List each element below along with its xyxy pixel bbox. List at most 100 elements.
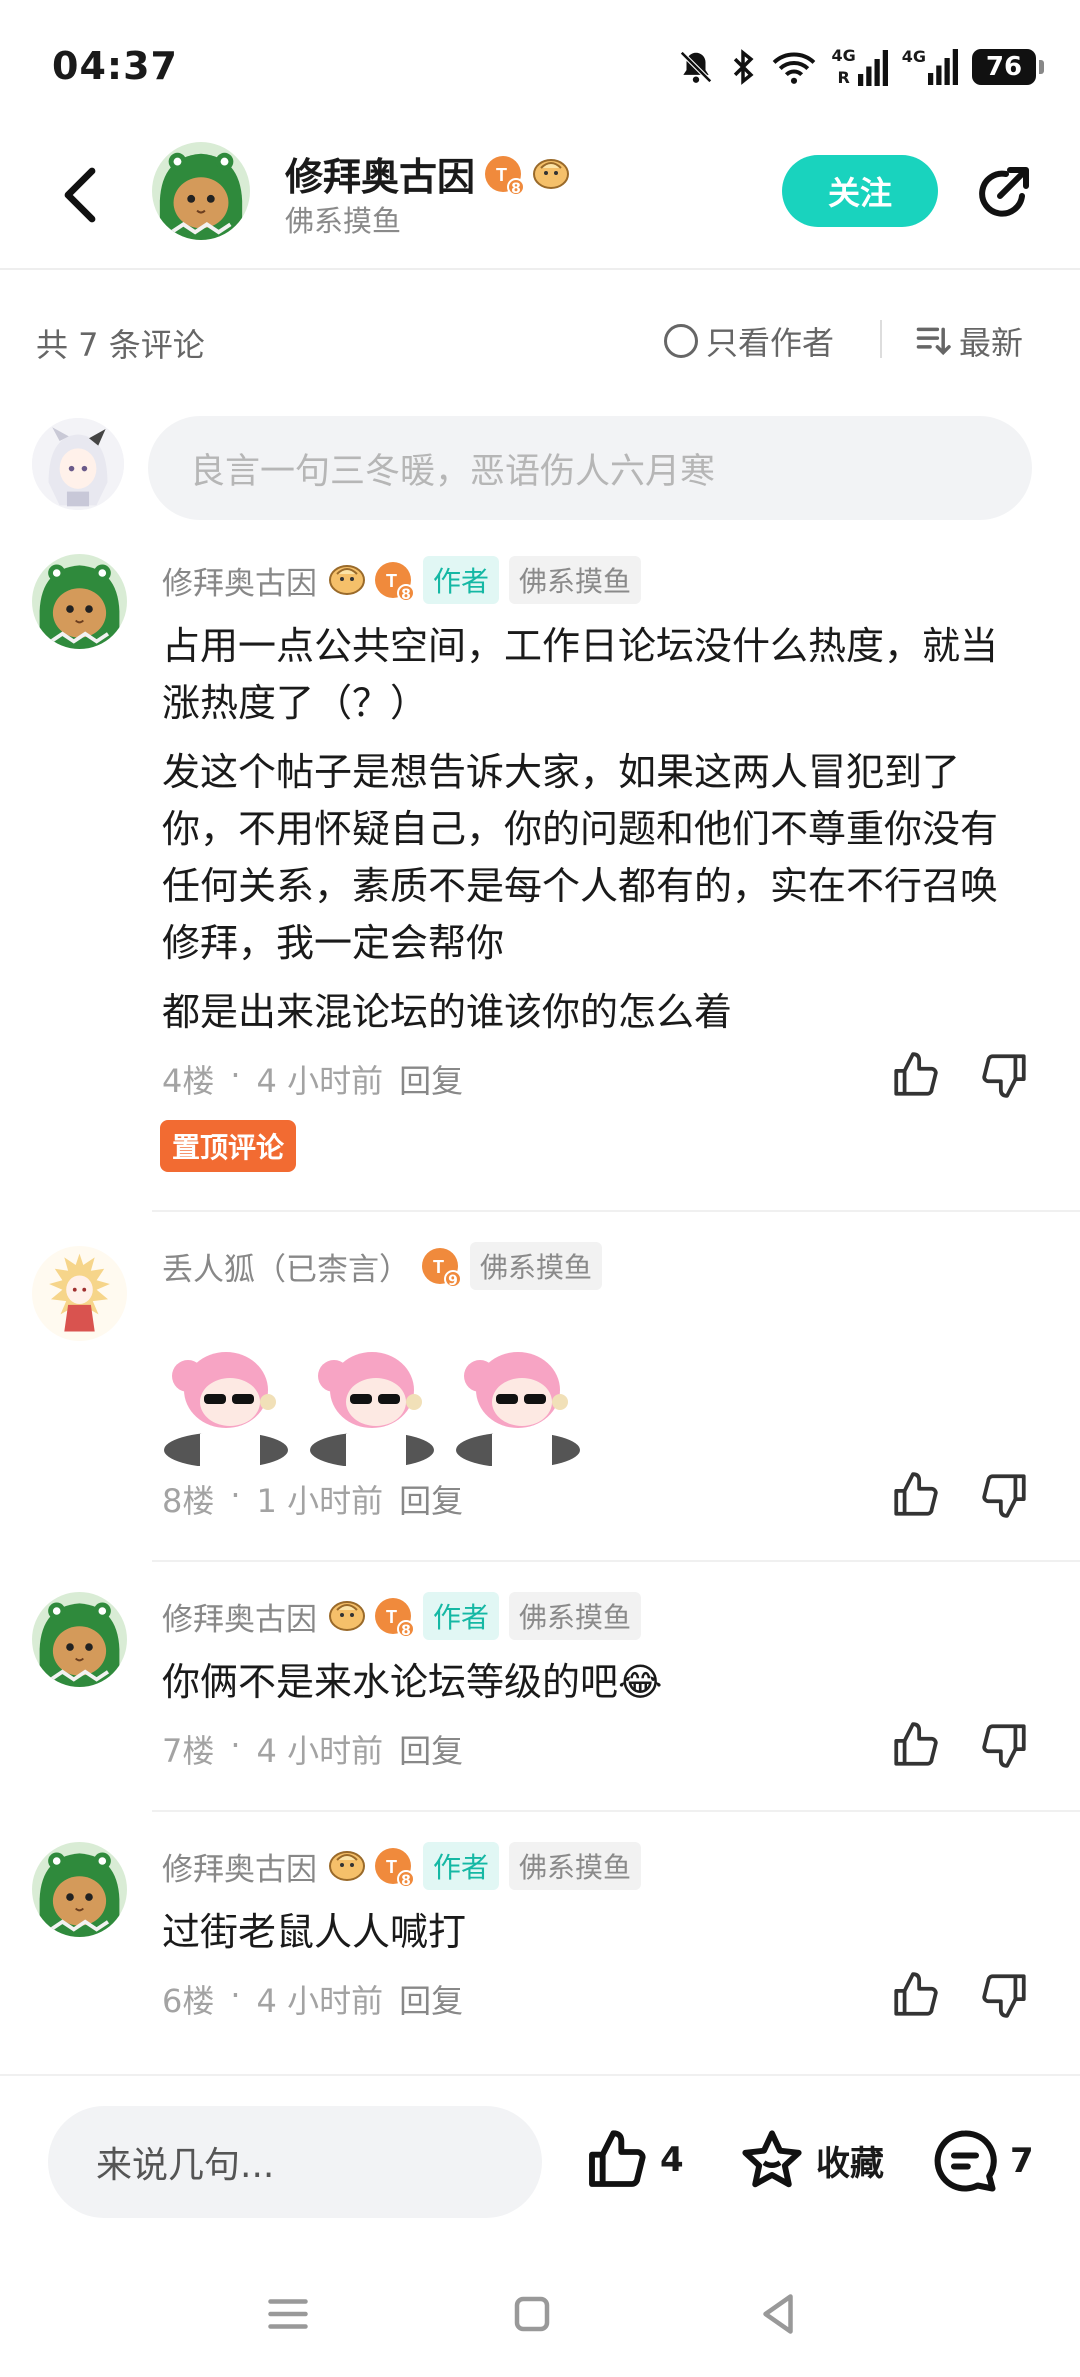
avatar[interactable]: [32, 1842, 127, 1937]
avatar[interactable]: [32, 1592, 127, 1687]
meta-dot: ·: [230, 1726, 241, 1764]
medal-icon: [327, 558, 367, 602]
comment-author[interactable]: 修拜奥古因: [162, 1594, 317, 1639]
sort-button[interactable]: 最新: [915, 318, 1023, 364]
comment-body: 过街老鼠人人喊打: [162, 1904, 1012, 1973]
pink-hair-sunglasses-sticker-icon: [164, 1352, 288, 1466]
level-number: 8: [397, 1870, 415, 1889]
cat-avatar-icon: [32, 1592, 127, 1687]
reply-input[interactable]: 来说几句...: [48, 2106, 542, 2218]
share-button[interactable]: [970, 162, 1034, 226]
only-author-label: 只看作者: [706, 324, 835, 362]
avatar[interactable]: [32, 1246, 127, 1341]
thumbs-up-icon: [894, 1052, 938, 1096]
reply-button[interactable]: 回复: [399, 1476, 463, 1522]
meta-dot: ·: [230, 1476, 241, 1514]
my-avatar[interactable]: [32, 418, 124, 510]
thumbs-down-icon: [982, 1474, 1026, 1518]
sort-label: 最新: [959, 324, 1024, 362]
svg-text:T: T: [386, 1607, 397, 1627]
floor-label: 8楼: [162, 1482, 215, 1520]
like-button[interactable]: [890, 1050, 940, 1100]
net-type-label: 4G: [901, 47, 926, 66]
follow-button[interactable]: 关注: [782, 155, 938, 227]
forum-name: 佛系摸鱼: [285, 204, 402, 238]
pinned-badge: 置顶评论: [160, 1120, 297, 1172]
back-triangle-icon: [763, 2294, 793, 2334]
medal-icon: [327, 1844, 367, 1888]
comment-author[interactable]: 丢人狐（已柰言）: [162, 1244, 410, 1289]
level-number: 8: [397, 584, 415, 603]
comment-count-bottom: 7: [1010, 2141, 1034, 2181]
comment-body: 占用一点公共空间，工作日论坛没什么热度，就当涨热度了（？） 发这个帖子是想告诉大…: [162, 618, 1012, 1053]
divider: [880, 320, 882, 358]
cat-avatar-icon: [32, 554, 127, 649]
comment-time: 4 小时前: [256, 1732, 384, 1770]
fox-girl-avatar-icon: [32, 1246, 127, 1341]
comment-time: 1 小时前: [256, 1482, 384, 1520]
author-tag: 作者: [423, 1842, 500, 1890]
status-bar: 04:37 4G R 4G 76: [0, 0, 1080, 130]
reply-button[interactable]: 回复: [399, 1056, 463, 1102]
home-button[interactable]: [502, 2284, 562, 2344]
like-button[interactable]: [890, 1470, 940, 1520]
dislike-button[interactable]: [980, 1050, 1030, 1100]
dislike-button[interactable]: [980, 1470, 1030, 1520]
level-number: 8: [507, 177, 526, 197]
thumbs-down-icon: [982, 1724, 1026, 1768]
menu-icon: [268, 2299, 308, 2329]
svg-text:T: T: [496, 165, 507, 185]
bottom-action-bar: 来说几句... 4 收藏 7: [0, 2074, 1080, 2254]
forum-tag: 佛系摸鱼: [470, 1242, 603, 1290]
comment-button[interactable]: 7: [932, 2128, 1034, 2194]
comment-author[interactable]: 修拜奥古因: [162, 1844, 317, 1889]
author-tag: 作者: [423, 556, 500, 604]
comment-meta: 8楼 · 1 小时前 回复: [162, 1476, 463, 1522]
comment-text: 你俩不是来水论坛等级的吧😂: [162, 1660, 663, 1704]
avatar[interactable]: [32, 554, 127, 649]
medal-icon: [531, 152, 571, 196]
level-badge: T 8: [483, 154, 526, 197]
comment-header: 修拜奥古因 T 8 作者 佛系摸鱼: [162, 1592, 642, 1640]
thumbs-down-icon: [982, 1054, 1026, 1098]
reply-button[interactable]: 回复: [399, 1976, 463, 2022]
like-post-button[interactable]: 4: [584, 2128, 684, 2192]
sticker-image[interactable]: [160, 1342, 292, 1466]
like-button[interactable]: [890, 1970, 940, 2020]
comment-author[interactable]: 修拜奥古因: [162, 558, 317, 603]
comment-time: 4 小时前: [256, 1982, 384, 2020]
battery-icon: 76: [972, 49, 1044, 85]
dislike-button[interactable]: [980, 1970, 1030, 2020]
meta-dot: ·: [230, 1056, 241, 1094]
signal-icon: 4G: [902, 49, 958, 85]
comment-paragraph: 发这个帖子是想告诉大家，如果这两人冒犯到了你，不用怀疑自己，你的问题和他们不尊重…: [162, 750, 999, 965]
sticker-image[interactable]: [306, 1342, 438, 1466]
back-nav-button[interactable]: [748, 2284, 808, 2344]
thumbs-down-icon: [982, 1974, 1026, 2018]
sort-icon: [916, 327, 951, 356]
sticker-image[interactable]: [452, 1342, 584, 1466]
comment-header: 丢人狐（已柰言） T 9 佛系摸鱼: [162, 1242, 603, 1290]
floor-label: 7楼: [162, 1732, 215, 1770]
comment-paragraph: 都是出来混论坛的谁该你的怎么着: [162, 990, 733, 1034]
collect-button[interactable]: 收藏: [740, 2128, 884, 2192]
comment-bubble-icon: [934, 2130, 997, 2192]
author-tag: 作者: [423, 1592, 500, 1640]
only-author-toggle[interactable]: 只看作者: [664, 318, 834, 364]
avatar[interactable]: [152, 142, 250, 240]
forum-tag: 佛系摸鱼: [509, 1592, 642, 1640]
thumbs-up-icon: [894, 1722, 938, 1766]
reply-button[interactable]: 回复: [399, 1726, 463, 1772]
pink-hair-sunglasses-sticker-icon: [456, 1352, 580, 1466]
like-button[interactable]: [890, 1720, 940, 1770]
level-number: 8: [397, 1620, 415, 1639]
anime-girl-avatar-icon: [32, 418, 124, 510]
back-button[interactable]: [50, 160, 110, 230]
comment-paragraph: 占用一点公共空间，工作日论坛没什么热度，就当涨热度了（？）: [162, 624, 999, 725]
sticker-row: [160, 1342, 584, 1466]
dislike-button[interactable]: [980, 1720, 1030, 1770]
svg-text:T: T: [433, 1257, 444, 1277]
comment-input[interactable]: 良言一句三冬暖，恶语伤人六月寒: [148, 416, 1032, 520]
status-icons: 4G R 4G 76: [677, 44, 1044, 90]
menu-button[interactable]: [258, 2284, 318, 2344]
